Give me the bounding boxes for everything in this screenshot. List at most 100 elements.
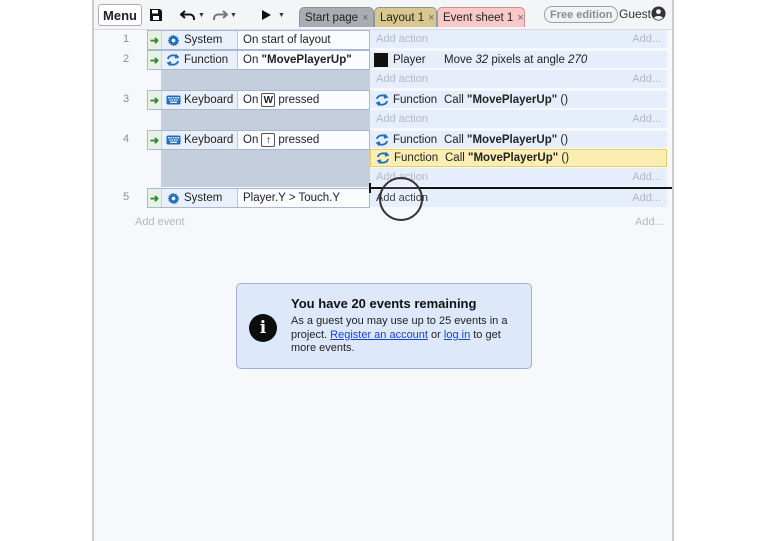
condition[interactable]: ➜ System Player.Y > Touch.Y — [147, 188, 370, 208]
action-object: Function — [371, 149, 441, 167]
free-edition-badge[interactable]: Free edition — [544, 6, 619, 23]
add-menu-label[interactable]: Add... — [632, 171, 661, 183]
close-icon[interactable]: × — [428, 12, 434, 24]
add-action-link[interactable]: Add action Add... — [370, 30, 667, 48]
keyboard-icon — [165, 133, 181, 147]
function-icon — [374, 93, 390, 107]
action-object: Function — [370, 91, 440, 109]
action-selected[interactable]: Function Call "MovePlayerUp" () — [370, 149, 667, 167]
redo-dropdown-icon[interactable]: ▼ — [230, 12, 237, 19]
gear-icon — [165, 191, 181, 205]
object-name: System — [184, 34, 223, 46]
user-icon[interactable] — [651, 6, 666, 21]
action-text-part: Move — [444, 53, 476, 66]
tab-start-page[interactable]: Start page × — [299, 7, 374, 27]
function-icon — [165, 53, 181, 67]
condition-function-name: "MovePlayerUp" — [261, 54, 352, 66]
add-action-label: Add action — [376, 73, 428, 85]
add-menu-label[interactable]: Add... — [632, 113, 661, 125]
action-text-part: () — [557, 133, 569, 146]
condition-prefix: On — [243, 134, 259, 146]
action-param: 32 — [475, 53, 489, 66]
undo-dropdown-icon[interactable]: ▼ — [198, 12, 205, 19]
object-name: Player — [393, 53, 426, 66]
condition-text: On W pressed — [238, 91, 369, 109]
log-in-link[interactable]: log in — [444, 329, 470, 341]
condition-object: Function — [162, 51, 238, 69]
event-number: 5 — [122, 191, 130, 203]
close-icon[interactable]: × — [362, 12, 368, 24]
condition-text: On start of layout — [238, 31, 369, 49]
object-name: Function — [393, 133, 438, 146]
action-text: Move 32 pixels at angle 270 — [440, 51, 667, 69]
add-menu-label[interactable]: Add... — [632, 33, 661, 45]
action[interactable]: Function Call "MovePlayerUp" () — [370, 91, 667, 109]
action[interactable]: Player Move 32 pixels at angle 270 — [370, 51, 667, 69]
condition-text: Player.Y > Touch.Y — [238, 189, 369, 207]
function-icon — [375, 151, 391, 165]
add-action-link[interactable]: Add action Add... — [370, 110, 667, 128]
action-text: Call "MovePlayerUp" () — [441, 149, 666, 167]
function-icon — [374, 133, 390, 147]
condition-text: On "MovePlayerUp" — [238, 51, 369, 69]
event-number: 1 — [122, 33, 130, 45]
user-label[interactable]: Guest — [619, 7, 651, 21]
play-icon[interactable]: ▼ — [260, 5, 285, 25]
menu-button[interactable]: Menu — [98, 4, 142, 26]
undo-icon[interactable]: ▼ — [180, 5, 205, 25]
condition[interactable]: ➜ System On start of layout — [147, 30, 370, 50]
add-event-link[interactable]: Add event — [135, 216, 185, 228]
action-text-part: Call — [445, 152, 469, 164]
action-function-name: "MovePlayerUp" — [468, 152, 559, 164]
notice-body: As a guest you may use up to 25 events i… — [291, 315, 523, 356]
notice-text: or — [427, 328, 444, 341]
cursor-highlight-ring — [379, 177, 423, 221]
key-w-icon: W — [261, 93, 276, 107]
condition-object: System — [162, 189, 238, 207]
add-menu-label[interactable]: Add... — [632, 192, 661, 204]
object-name: Function — [394, 152, 439, 164]
condition[interactable]: ➜ Function On "MovePlayerUp" — [147, 50, 370, 70]
action-text-part: pixels at angle — [488, 53, 569, 66]
player-sprite-icon — [374, 52, 388, 67]
condition-prefix: On — [243, 94, 259, 106]
action-text: Call "MovePlayerUp" () — [440, 91, 667, 109]
event-number: 3 — [122, 93, 130, 105]
action-text-part: Call — [444, 133, 468, 146]
trigger-arrow-icon: ➜ — [148, 51, 162, 69]
condition[interactable]: ➜ Keyboard On ↑ pressed — [147, 130, 370, 150]
condition-empty-area — [161, 150, 370, 187]
condition-object: Keyboard — [162, 131, 238, 149]
trigger-arrow-icon: ➜ — [148, 91, 162, 109]
close-icon[interactable]: × — [517, 12, 523, 24]
action-text-part: () — [557, 93, 569, 106]
tab-label: Event sheet 1 — [443, 11, 514, 24]
tab-event-sheet-1[interactable]: Event sheet 1 × — [437, 7, 525, 27]
gear-icon — [165, 33, 181, 47]
add-menu-label[interactable]: Add... — [632, 73, 661, 85]
action-param: 270 — [568, 53, 588, 66]
tab-layout-1[interactable]: Layout 1 × — [374, 7, 437, 27]
event-number: 2 — [122, 53, 130, 65]
condition-object: System — [162, 31, 238, 49]
add-action-label: Add action — [376, 33, 428, 45]
condition-suffix: pressed — [278, 94, 320, 106]
main-toolbar: Menu ▼ ▼ ▼ Start page × Layout 1 × Event… — [94, 0, 672, 30]
add-action-label: Add action — [376, 113, 428, 125]
register-account-link[interactable]: Register an account — [330, 329, 428, 341]
condition-empty-area — [161, 110, 370, 130]
action-text-part: Call — [444, 93, 468, 106]
condition-empty-area — [161, 70, 370, 90]
save-icon[interactable] — [149, 5, 163, 25]
redo-icon[interactable]: ▼ — [212, 5, 237, 25]
action[interactable]: Function Call "MovePlayerUp" () — [370, 131, 667, 149]
event-number: 4 — [122, 133, 130, 145]
add-action-link[interactable]: Add action Add... — [370, 70, 667, 88]
condition-prefix: On — [243, 54, 262, 66]
object-name: Keyboard — [184, 134, 234, 146]
add-event-menu[interactable]: Add... — [635, 216, 664, 228]
condition[interactable]: ➜ Keyboard On W pressed — [147, 90, 370, 110]
play-dropdown-icon[interactable]: ▼ — [278, 12, 285, 19]
condition-suffix: pressed — [278, 134, 320, 146]
action-text: Call "MovePlayerUp" () — [440, 131, 667, 149]
